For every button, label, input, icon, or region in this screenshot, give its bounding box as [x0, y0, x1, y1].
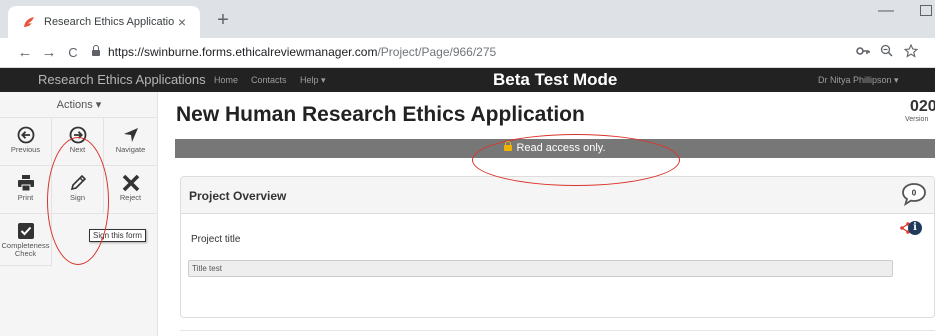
project-overview-panel: Project Overview 0 i Project title Title…	[180, 176, 935, 318]
form-number: 020	[910, 98, 935, 115]
back-button[interactable]: ←	[16, 44, 34, 61]
x-icon	[122, 174, 139, 192]
info-icon[interactable]: i	[908, 221, 922, 235]
checkbox-icon	[17, 223, 34, 239]
browser-tab-bar: Research Ethics Applications × + —	[0, 0, 935, 38]
annotation-ellipse-sign	[47, 137, 109, 265]
forward-button[interactable]: →	[40, 44, 58, 61]
reject-button[interactable]: Reject	[104, 166, 158, 214]
arrow-left-circle-icon	[17, 126, 34, 144]
url-input[interactable]: https://swinburne.forms.ethicalreviewman…	[92, 45, 496, 59]
previous-button[interactable]: Previous	[0, 118, 52, 166]
user-menu-dropdown[interactable]: Dr Nitya Phillipson ▾	[818, 75, 899, 86]
browser-address-bar: ← → C https://swinburne.forms.ethicalrev…	[0, 38, 935, 68]
minimize-window-icon[interactable]: —	[878, 2, 894, 20]
app-navbar: Research Ethics Applications Home Contac…	[0, 68, 935, 92]
tab-close-icon[interactable]: ×	[174, 14, 190, 30]
annotation-ellipse-read-access	[472, 134, 680, 186]
key-icon[interactable]	[856, 44, 870, 59]
completeness-check-button[interactable]: Completeness Check	[0, 214, 52, 266]
print-label: Print	[17, 193, 34, 202]
page-title: New Human Research Ethics Application	[176, 103, 585, 126]
nav-contacts-link[interactable]: Contacts	[251, 75, 287, 85]
reject-label: Reject	[119, 193, 142, 202]
beta-test-mode-label: Beta Test Mode	[493, 70, 618, 89]
new-tab-button[interactable]: +	[210, 9, 236, 31]
print-button[interactable]: Print	[0, 166, 52, 214]
url-host: https://swinburne.forms.ethicalreviewman…	[108, 45, 378, 59]
lock-icon	[92, 45, 100, 56]
tab-title: Research Ethics Applications	[44, 16, 174, 28]
project-title-label: Project title	[191, 234, 241, 245]
version-label: Version	[905, 116, 929, 123]
site-favicon-icon	[22, 15, 36, 29]
url-path: /Project/Page/966/275	[377, 45, 497, 59]
next-panel-divider	[180, 330, 935, 331]
previous-label: Previous	[10, 145, 41, 154]
panel-title: Project Overview	[189, 189, 287, 203]
zoom-icon[interactable]	[880, 44, 893, 60]
brand-link[interactable]: Research Ethics Applications	[38, 72, 206, 87]
navigate-label: Navigate	[115, 145, 146, 154]
navigate-arrow-icon	[123, 128, 138, 142]
comment-bubble-icon[interactable]: 0	[901, 182, 927, 211]
maximize-window-icon[interactable]	[920, 5, 932, 16]
printer-icon	[17, 175, 34, 192]
bookmark-star-icon[interactable]	[903, 43, 919, 61]
browser-tab[interactable]: Research Ethics Applications ×	[8, 6, 200, 38]
reload-button[interactable]: C	[64, 45, 82, 60]
completeness-check-label: Completeness Check	[1, 241, 50, 258]
actions-dropdown[interactable]: Actions ▾	[0, 92, 158, 118]
comment-count: 0	[912, 189, 917, 198]
nav-help-dropdown[interactable]: Help ▾	[300, 75, 326, 86]
nav-home-link[interactable]: Home	[214, 75, 238, 85]
project-title-field[interactable]: Title test	[188, 260, 893, 277]
navigate-button[interactable]: Navigate	[104, 118, 158, 166]
